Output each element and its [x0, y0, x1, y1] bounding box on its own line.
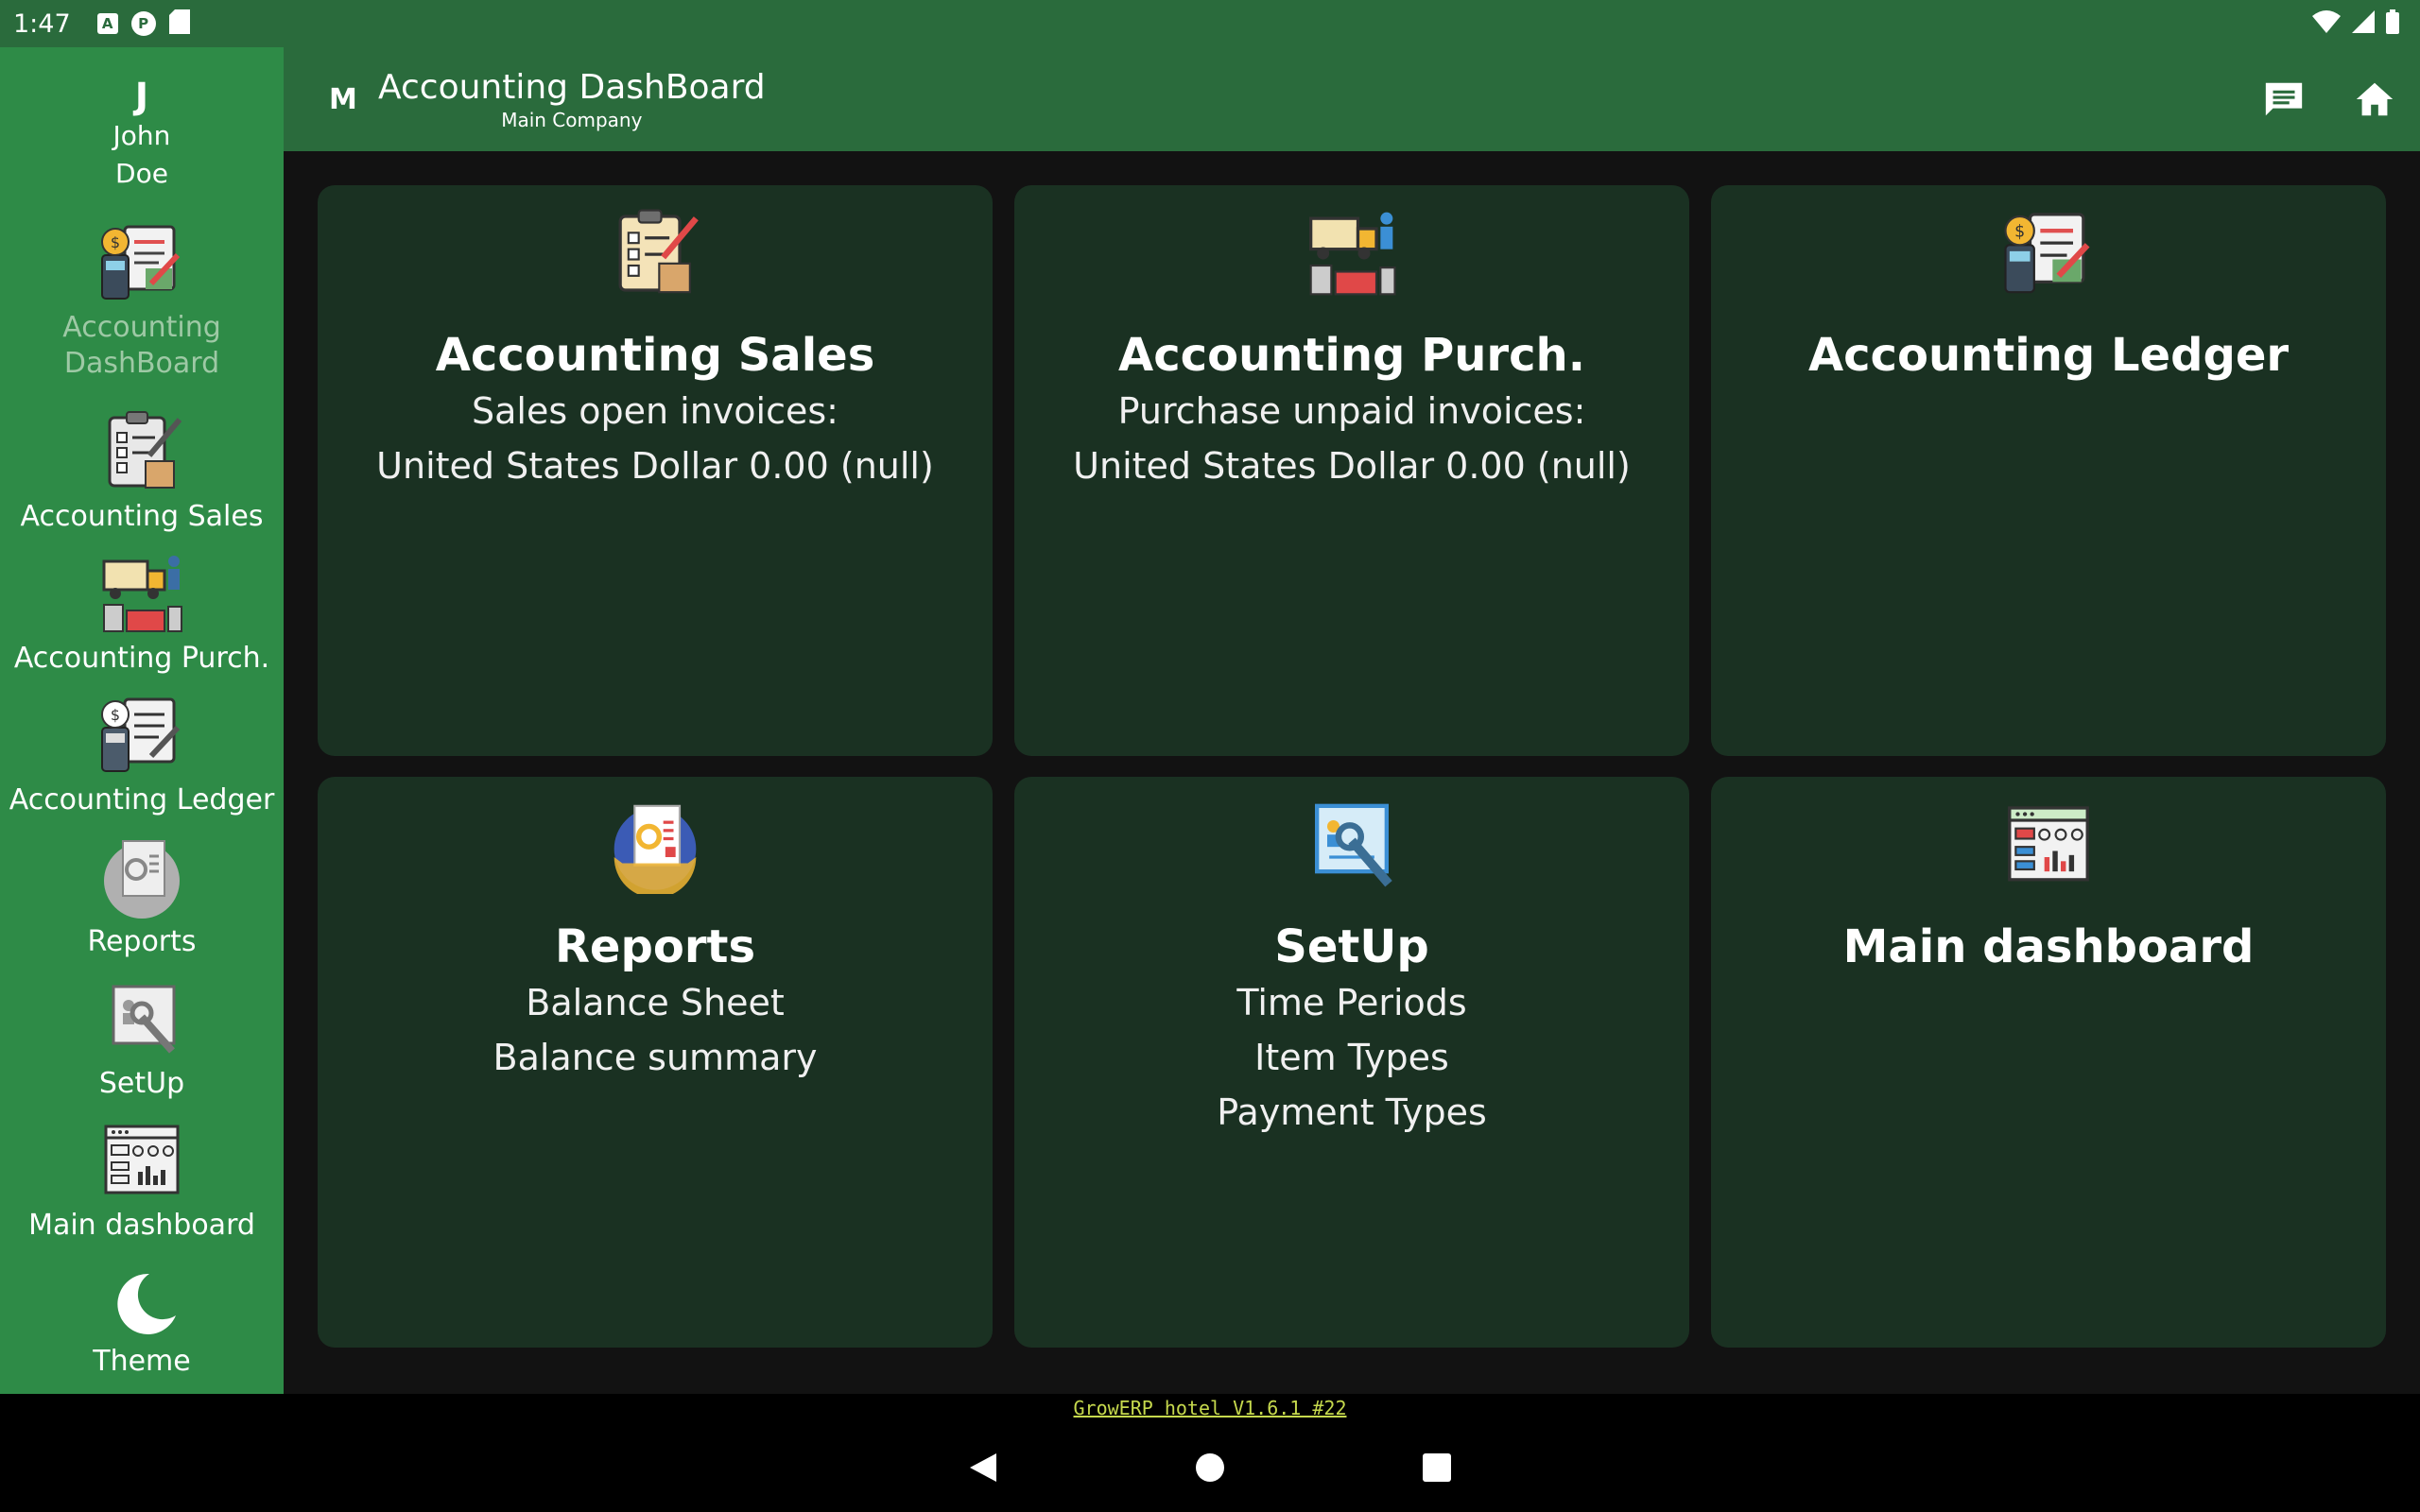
rail-item-main-dashboard[interactable]: Main dashboard [0, 1115, 284, 1244]
card-accounting-purch[interactable]: Accounting Purch. Purchase unpaid invoic… [1014, 185, 1689, 756]
setup-icon [96, 973, 187, 1064]
home-icon [2356, 82, 2394, 116]
circle-home-icon [1196, 1452, 1224, 1482]
user-last-name: Doe [115, 158, 168, 189]
rail-item-accounting-sales[interactable]: Accounting Sales [0, 406, 284, 535]
nav-rail: J John Doe $ Accounting DashBoard Accoun… [0, 47, 284, 1394]
rail-item-theme[interactable]: Theme [0, 1266, 284, 1380]
rail-item-setup[interactable]: SetUp [0, 973, 284, 1102]
accounting-dashboard-icon: $ [96, 217, 187, 308]
back-button[interactable] [964, 1449, 1002, 1486]
company-subtitle: Main Company [501, 109, 643, 131]
user-initial: J [134, 76, 149, 117]
home-button[interactable] [2348, 73, 2401, 126]
card-reports[interactable]: Reports Balance Sheet Balance summary [318, 777, 993, 1348]
card-setup[interactable]: SetUp Time Periods Item Types Payment Ty… [1014, 777, 1689, 1348]
card-line: Purchase unpaid invoices: [1117, 390, 1586, 432]
card-line: Item Types [1254, 1037, 1449, 1078]
rail-item-accounting-purch[interactable]: Accounting Purch. [0, 548, 284, 677]
app-bar: M Accounting DashBoard Main Company [284, 47, 2420, 151]
user-profile[interactable]: J John Doe [0, 76, 284, 193]
rail-item-label: Reports [87, 925, 197, 958]
page-title: Accounting DashBoard [378, 68, 766, 107]
home-nav-button[interactable] [1191, 1449, 1229, 1486]
card-title: Accounting Sales [435, 329, 875, 382]
svg-text:$: $ [2014, 223, 2025, 242]
truck-purchase-icon [96, 548, 187, 639]
status-bar: 1:47 A P [0, 0, 2420, 47]
recents-button[interactable] [1418, 1449, 1456, 1486]
rail-item-accounting-ledger[interactable]: $ Accounting Ledger [0, 690, 284, 818]
card-line: Balance summary [493, 1037, 818, 1078]
card-line: Payment Types [1217, 1091, 1487, 1133]
wifi-icon [2312, 10, 2341, 37]
svg-text:$: $ [111, 233, 120, 251]
moon-icon [96, 1266, 187, 1342]
rail-item-label: Theme [93, 1345, 191, 1378]
card-title: Reports [554, 920, 756, 973]
clipboard-sales-icon [96, 406, 187, 497]
card-accounting-ledger[interactable]: $ Accounting Ledger [1711, 185, 2386, 756]
rail-item-label: Main dashboard [28, 1209, 255, 1242]
sd-card-icon [168, 9, 190, 38]
card-title: Accounting Ledger [1807, 329, 2290, 382]
system-nav-bar [0, 1422, 2420, 1512]
a-icon: A [96, 13, 118, 34]
dashboard-icon [96, 1115, 187, 1206]
card-line: Balance Sheet [526, 982, 785, 1023]
setup-icon [1303, 796, 1401, 894]
reports-icon [606, 796, 704, 899]
card-title: SetUp [1274, 920, 1429, 973]
signal-icon [2352, 10, 2375, 37]
battery-icon [2386, 9, 2399, 38]
pinwheel-icon: P [130, 11, 156, 36]
rail-item-label: SetUp [98, 1067, 185, 1100]
chat-button[interactable] [2257, 73, 2310, 126]
user-first-name: John [112, 120, 171, 151]
ledger-icon: $ [96, 690, 187, 781]
card-line: United States Dollar 0.00 (null) [1073, 445, 1631, 487]
version-link[interactable]: GrowERP hotel V1.6.1 #22 [1074, 1397, 1347, 1419]
rail-item-label: Accounting Ledger [9, 783, 275, 816]
clipboard-sales-icon [606, 204, 704, 302]
company-initial[interactable]: M [329, 83, 357, 116]
footer: GrowERP hotel V1.6.1 #22 [0, 1394, 2420, 1422]
back-icon [970, 1452, 996, 1482]
card-title: Main dashboard [1842, 920, 2255, 973]
card-main-dashboard[interactable]: Main dashboard [1711, 777, 2386, 1348]
ledger-icon: $ [1999, 204, 2098, 302]
reports-icon [96, 832, 187, 922]
card-line: Sales open invoices: [472, 390, 838, 432]
status-time: 1:47 [13, 9, 71, 39]
card-title: Accounting Purch. [1118, 329, 1585, 382]
rail-item-label: Accounting Purch. [13, 642, 270, 675]
rail-item-reports[interactable]: Reports [0, 832, 284, 960]
square-recents-icon [1423, 1452, 1451, 1482]
card-line: United States Dollar 0.00 (null) [376, 445, 934, 487]
svg-text:$: $ [111, 706, 120, 724]
dashboard-icon [1999, 796, 2098, 894]
rail-item-label: Accounting DashBoard [62, 311, 221, 380]
rail-item-accounting-dashboard[interactable]: $ Accounting DashBoard [0, 217, 284, 382]
rail-item-label: Accounting Sales [20, 500, 264, 533]
chat-icon [2265, 82, 2303, 116]
card-line: Time Periods [1236, 982, 1467, 1023]
card-accounting-sales[interactable]: Accounting Sales Sales open invoices: Un… [318, 185, 993, 756]
truck-purchase-icon [1303, 204, 1401, 302]
